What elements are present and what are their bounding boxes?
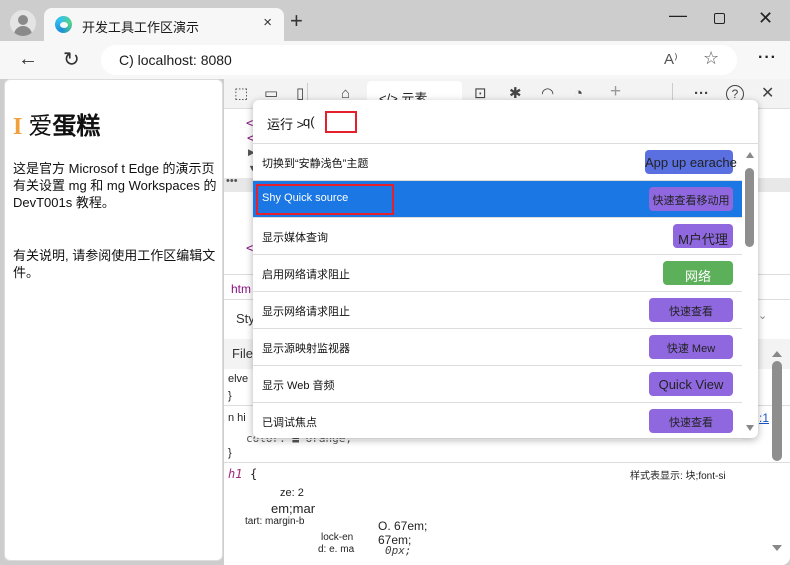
command-menu: 运行 > q( 切换到“安静浅色”主题 App up earache Shy Qui… — [253, 100, 758, 440]
command-shortcut-badge[interactable]: 快速查看移动用 — [649, 187, 733, 211]
command-item[interactable]: 显示 Web 音频 Quick View — [253, 366, 742, 403]
css-value: O. 67em; — [378, 519, 428, 533]
command-shortcut-badge[interactable]: App up earache — [645, 150, 737, 174]
query-highlight-box — [325, 111, 357, 133]
back-button[interactable]: ← — [18, 48, 38, 71]
instructions-paragraph: 有关说明, 请参阅使用工作区编辑文件。 — [13, 248, 216, 280]
command-shortcut-badge[interactable]: 快速 Mew — [649, 335, 733, 359]
command-label: 启用网络请求阻止 — [262, 269, 350, 281]
heading-initial: I — [13, 114, 23, 140]
command-item[interactable]: 切换到“安静浅色”主题 App up earache — [253, 144, 742, 181]
command-item[interactable]: 已调试焦点 快速查看 — [253, 403, 742, 440]
css-selector-h1: h1 — [228, 467, 243, 481]
command-shortcut-badge[interactable]: M户代理 — [673, 224, 733, 248]
command-label: 已调试焦点 — [262, 417, 317, 429]
browser-menu-button[interactable]: ··· — [758, 49, 777, 67]
intro-paragraph: 这是官方 Microsof t Edge 的演示页 有关设置 mg 和 mg W… — [13, 161, 217, 210]
favorite-star-icon[interactable]: ☆ — [703, 48, 719, 69]
command-label: 显示源映射监视器 — [262, 343, 350, 355]
maximize-button[interactable] — [714, 13, 725, 24]
url-text[interactable]: C) localhost: 8080 — [119, 52, 232, 68]
css-brace: } — [228, 447, 232, 459]
user-agent-stylesheet-note: 样式表显示: 块;font-si — [630, 471, 726, 482]
browser-window: 开发工具工作区演示 × + — ✕ ← ↻ C) localhost: 8080… — [0, 0, 790, 565]
tab-styles[interactable]: Sty — [236, 311, 255, 326]
heading-text-bold: 蛋糕 — [52, 113, 101, 140]
heading-text-light: 爱 — [28, 113, 53, 140]
command-shortcut-badge[interactable]: 快速查看 — [649, 298, 733, 322]
command-label: 显示 Web 音频 — [262, 380, 335, 392]
tab-devtools-demo[interactable]: 开发工具工作区演示 × — [44, 8, 284, 41]
web-page: I 爱蛋糕 这是官方 Microsof t Edge 的演示页 有关设置 mg 和… — [4, 79, 223, 561]
css-fragment: em;mar — [271, 501, 316, 516]
tab-bar: 开发工具工作区演示 × + — ✕ — [0, 0, 790, 41]
chevron-down-icon[interactable]: ⌄ — [758, 309, 767, 322]
address-toolbar: ← ↻ C) localhost: 8080 A⁾ ☆ ··· — [0, 41, 790, 79]
address-bar[interactable]: C) localhost: 8080 A⁾ ☆ — [101, 45, 737, 75]
css-open-brace: { — [250, 467, 258, 481]
read-aloud-icon[interactable]: A⁾ — [664, 50, 678, 68]
css-fragment: n hi — [228, 412, 246, 424]
refresh-button[interactable]: ↻ — [63, 47, 80, 72]
command-shortcut-badge[interactable]: 快速查看 — [649, 409, 733, 433]
command-label: 切换到“安静浅色”主题 — [262, 158, 369, 170]
css-fragment: lock-en — [321, 532, 354, 543]
close-devtools-icon[interactable]: ✕ — [761, 85, 774, 103]
command-label: 显示媒体查询 — [262, 232, 328, 244]
command-item[interactable]: 显示网络请求阻止 快速查看 — [253, 292, 742, 329]
css-fragment: elve — [228, 373, 249, 385]
command-query-input[interactable]: q( — [303, 114, 315, 129]
css-brace: } — [228, 390, 232, 402]
selection-highlight-box — [256, 184, 394, 215]
command-label: 显示网络请求阻止 — [262, 306, 350, 318]
css-fragment: d: e. ma — [318, 544, 355, 555]
styles-scrollbar[interactable] — [770, 349, 784, 559]
page-heading: I 爱蛋糕 — [13, 106, 100, 141]
minimize-button[interactable]: — — [669, 5, 687, 26]
command-shortcut-badge[interactable]: 网络 — [663, 261, 733, 285]
divider — [224, 462, 790, 463]
edge-logo-icon — [55, 16, 72, 33]
profile-avatar-icon[interactable] — [10, 10, 36, 36]
dom-breadcrumb[interactable]: htm — [231, 282, 251, 296]
command-item[interactable]: 显示源映射监视器 快速 Mew — [253, 329, 742, 366]
command-shortcut-badge[interactable]: Quick View — [649, 372, 733, 396]
css-fragment: ze: 2 — [280, 487, 304, 499]
command-item[interactable]: 显示媒体查询 M户代理 — [253, 218, 742, 255]
command-item[interactable]: Shy Quick source 快速查看移动用 — [253, 181, 742, 218]
css-value: 0px; — [385, 544, 412, 557]
tab-title: 开发工具工作区演示 — [82, 20, 200, 35]
new-tab-button[interactable]: + — [290, 10, 303, 32]
inspect-element-icon[interactable]: ⬚ — [234, 85, 248, 103]
add-tool-icon[interactable]: + — [610, 82, 621, 101]
close-window-button[interactable]: ✕ — [758, 8, 773, 29]
run-prompt-label: 运行 > — [267, 117, 305, 132]
stylesheet-link[interactable]: :1 — [759, 411, 769, 425]
tab-close-icon[interactable]: × — [263, 14, 272, 31]
css-fragment: tart: margin-b — [245, 516, 305, 527]
command-item[interactable]: 启用网络请求阻止 网络 — [253, 255, 742, 292]
